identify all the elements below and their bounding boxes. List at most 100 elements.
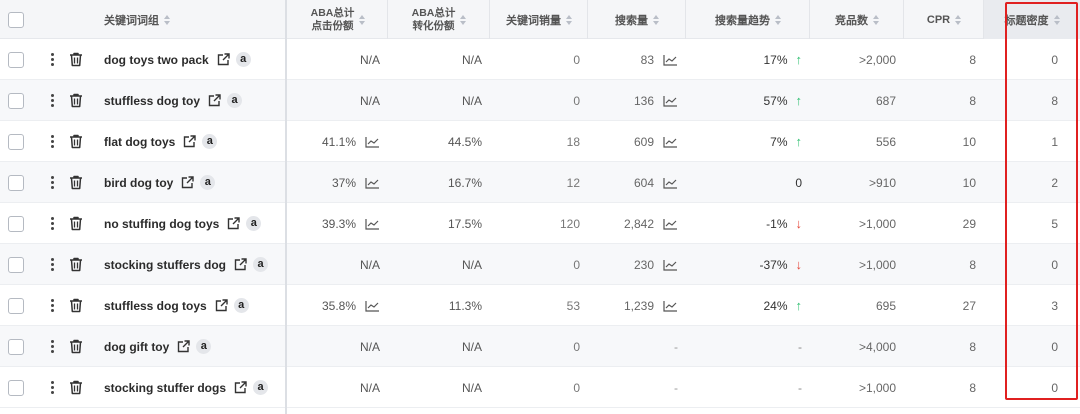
header-competitors[interactable]: 竞品数 — [810, 0, 904, 39]
header-aba-conv-share[interactable]: ABA总计 转化份额 — [388, 0, 490, 39]
amazon-icon[interactable]: a — [196, 339, 212, 354]
header-aba-click-share[interactable]: ABA总计 点击份额 — [288, 0, 388, 39]
row-checkbox[interactable] — [8, 297, 24, 314]
header-title-density[interactable]: 标题密度 — [984, 0, 1080, 39]
keyword-text[interactable]: dog gift toy — [104, 340, 169, 354]
row-delete[interactable] — [69, 285, 85, 326]
row-more[interactable] — [47, 244, 57, 285]
row-delete[interactable] — [69, 326, 85, 367]
line-chart-icon[interactable] — [365, 300, 380, 312]
row-more[interactable] — [47, 285, 57, 326]
line-chart-icon[interactable] — [365, 218, 380, 230]
line-chart-icon[interactable] — [663, 95, 678, 107]
row-checkbox[interactable] — [8, 51, 24, 68]
row-more[interactable] — [47, 367, 57, 408]
row-more[interactable] — [47, 162, 57, 203]
row-more[interactable] — [47, 121, 57, 162]
line-chart-icon[interactable] — [663, 136, 678, 148]
row-more[interactable] — [47, 326, 57, 367]
select-all-checkbox[interactable] — [8, 11, 24, 28]
amazon-icon[interactable]: a — [246, 216, 262, 231]
row-checkbox[interactable] — [8, 174, 24, 191]
row-more[interactable] — [47, 203, 57, 244]
more-vertical-icon[interactable] — [50, 340, 54, 353]
row-checkbox[interactable] — [8, 338, 24, 355]
row-delete[interactable] — [69, 80, 85, 121]
header-keyword-group[interactable]: 关键词词组 — [104, 0, 284, 39]
external-link-icon[interactable] — [234, 381, 247, 394]
line-chart-icon[interactable] — [663, 54, 678, 66]
trash-icon[interactable] — [69, 93, 83, 108]
keyword-text[interactable]: stocking stuffer dogs — [104, 381, 226, 395]
amazon-icon[interactable]: a — [253, 257, 269, 272]
row-select[interactable] — [8, 244, 28, 285]
trash-icon[interactable] — [69, 52, 83, 67]
trash-icon[interactable] — [69, 380, 83, 395]
sort-icon[interactable] — [164, 14, 170, 25]
keyword-text[interactable]: flat dog toys — [104, 135, 175, 149]
more-vertical-icon[interactable] — [50, 217, 54, 230]
more-vertical-icon[interactable] — [50, 176, 54, 189]
row-checkbox[interactable] — [8, 215, 24, 232]
sort-icon[interactable] — [955, 14, 962, 25]
row-select[interactable] — [8, 80, 28, 121]
more-vertical-icon[interactable] — [50, 381, 54, 394]
amazon-icon[interactable]: a — [200, 175, 216, 190]
more-vertical-icon[interactable] — [50, 53, 54, 66]
trash-icon[interactable] — [69, 257, 83, 272]
keyword-text[interactable]: stuffless dog toys — [104, 299, 207, 313]
header-search-volume[interactable]: 搜索量 — [588, 0, 686, 39]
trash-icon[interactable] — [69, 216, 83, 231]
row-select[interactable] — [8, 285, 28, 326]
trash-icon[interactable] — [69, 175, 83, 190]
line-chart-icon[interactable] — [663, 300, 678, 312]
trash-icon[interactable] — [69, 298, 83, 313]
line-chart-icon[interactable] — [663, 218, 678, 230]
more-vertical-icon[interactable] — [50, 94, 54, 107]
row-delete[interactable] — [69, 162, 85, 203]
line-chart-icon[interactable] — [365, 136, 380, 148]
sort-icon[interactable] — [873, 14, 879, 25]
row-select[interactable] — [8, 39, 28, 80]
row-delete[interactable] — [69, 244, 85, 285]
sort-icon[interactable] — [653, 14, 659, 25]
external-link-icon[interactable] — [227, 217, 241, 230]
header-keyword-sales[interactable]: 关键词销量 — [490, 0, 588, 39]
line-chart-icon[interactable] — [365, 177, 380, 189]
trash-icon[interactable] — [69, 134, 83, 149]
row-checkbox[interactable] — [8, 92, 24, 109]
external-link-icon[interactable] — [234, 258, 247, 271]
external-link-icon[interactable] — [181, 176, 195, 189]
keyword-text[interactable]: stocking stuffers dog — [104, 258, 226, 272]
row-select[interactable] — [8, 121, 28, 162]
row-checkbox[interactable] — [8, 133, 24, 150]
row-delete[interactable] — [69, 39, 85, 80]
sort-icon[interactable] — [359, 14, 366, 25]
keyword-text[interactable]: dog toys two pack — [104, 53, 209, 67]
line-chart-icon[interactable] — [663, 259, 678, 271]
external-link-icon[interactable] — [208, 94, 221, 107]
keyword-text[interactable]: bird dog toy — [104, 176, 173, 190]
header-search-trend[interactable]: 搜索量趋势 — [686, 0, 810, 39]
row-select[interactable] — [8, 162, 28, 203]
header-select-all[interactable] — [8, 0, 28, 39]
amazon-icon[interactable]: a — [235, 52, 251, 67]
external-link-icon[interactable] — [215, 299, 228, 312]
keyword-text[interactable]: stuffless dog toy — [104, 94, 200, 108]
row-more[interactable] — [47, 39, 57, 80]
row-select[interactable] — [8, 367, 28, 408]
external-link-icon[interactable] — [177, 340, 191, 353]
row-more[interactable] — [47, 80, 57, 121]
sort-icon[interactable] — [460, 14, 467, 25]
row-checkbox[interactable] — [8, 256, 24, 273]
more-vertical-icon[interactable] — [50, 135, 54, 148]
trash-icon[interactable] — [69, 339, 83, 354]
row-delete[interactable] — [69, 203, 85, 244]
sort-icon[interactable] — [566, 14, 572, 25]
more-vertical-icon[interactable] — [50, 299, 54, 312]
row-select[interactable] — [8, 326, 28, 367]
amazon-icon[interactable]: a — [233, 298, 249, 313]
more-vertical-icon[interactable] — [50, 258, 54, 271]
amazon-icon[interactable]: a — [253, 380, 269, 395]
amazon-icon[interactable]: a — [202, 134, 218, 149]
